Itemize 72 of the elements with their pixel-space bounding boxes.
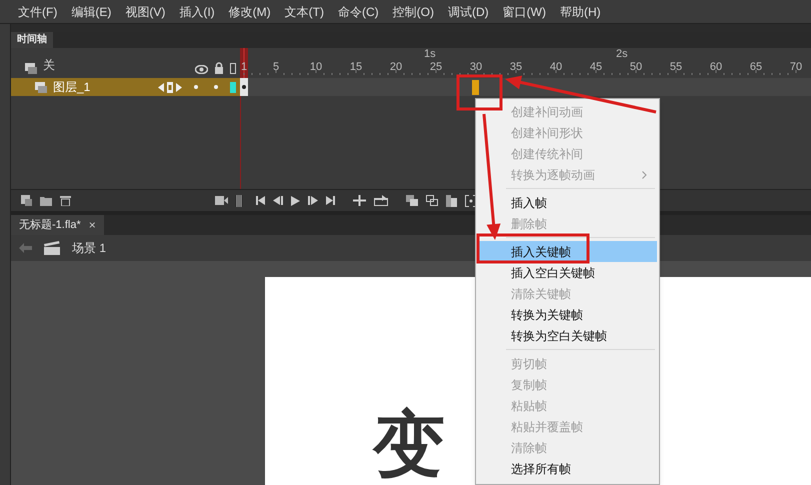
frame-number: 35 [510, 61, 522, 73]
document-tab[interactable]: 无标题-1.fla* × [11, 215, 104, 235]
menu-item[interactable]: 调试(D) [448, 2, 489, 20]
menu-item[interactable]: 插入(I) [179, 2, 215, 20]
loop-icon[interactable] [374, 195, 388, 206]
document-title: 无标题-1.fla* [19, 218, 81, 233]
menu-item[interactable]: 插入空白关键帧 [478, 262, 657, 283]
onion-outline-icon[interactable] [426, 195, 438, 206]
menu-item[interactable]: 视图(V) [125, 2, 166, 20]
seconds-label: 1s [424, 48, 436, 60]
camera-icon[interactable] [215, 196, 228, 205]
frame-number: 20 [390, 61, 402, 73]
frame-number: 10 [310, 61, 322, 73]
new-layer-icon[interactable] [21, 195, 32, 206]
submenu-chevron-icon [642, 170, 647, 178]
menu-item[interactable]: 文件(F) [18, 2, 58, 20]
menu-item[interactable]: 文本(T) [284, 2, 324, 20]
layer-icon [35, 82, 47, 92]
frame-number: 55 [670, 61, 682, 73]
grip-icon [236, 194, 242, 206]
layer-icon [25, 63, 37, 74]
menu-item[interactable]: 转换为空白关键帧 [478, 325, 657, 346]
step-back-icon[interactable] [273, 196, 283, 205]
step-forward-icon[interactable] [308, 196, 318, 205]
frame-number: 25 [430, 61, 442, 73]
onion-skin-icon[interactable] [406, 195, 418, 206]
eye-icon[interactable] [195, 65, 208, 74]
frame-number: 70 [790, 61, 802, 73]
trash-icon[interactable] [60, 195, 71, 206]
menu-item[interactable]: 窗口(W) [502, 2, 546, 20]
frame-number: 1 [240, 61, 248, 73]
edit-frames-icon[interactable] [446, 194, 457, 206]
menu-item[interactable]: 帮助(H) [560, 2, 601, 20]
folder-icon[interactable] [40, 196, 52, 206]
menu-item[interactable]: 选择所有帧 [478, 458, 657, 479]
close-tab-button[interactable]: × [88, 216, 96, 234]
last-frame-icon[interactable] [326, 196, 335, 205]
menu-item[interactable]: 控制(O) [392, 2, 434, 20]
menu-item[interactable]: 转换为关键帧 [478, 304, 657, 325]
frame-number: 40 [550, 61, 562, 73]
lock-icon[interactable] [214, 62, 224, 74]
menu-item[interactable]: 命令(C) [338, 2, 379, 20]
seconds-label: 2s [616, 48, 628, 60]
frame-number: 45 [590, 61, 602, 73]
keyframe[interactable] [240, 78, 248, 96]
frame-number: 50 [630, 61, 642, 73]
frame-number: 65 [750, 61, 762, 73]
menu-item[interactable]: 插入关键帧 [478, 241, 657, 262]
layer-color-swatch[interactable] [230, 82, 236, 92]
layer-header-label: 关 [43, 57, 55, 74]
layer-row[interactable]: 图层_1 [11, 78, 240, 96]
lock-dot-icon[interactable] [214, 85, 218, 89]
frame-number: 60 [710, 61, 722, 73]
clapperboard-icon [44, 241, 60, 255]
play-icon[interactable] [291, 196, 300, 206]
timeline-tab[interactable]: 时间轴 [11, 32, 53, 48]
visibility-dot-icon[interactable] [194, 85, 198, 89]
highlight-frame [456, 74, 502, 110]
outline-icon[interactable] [230, 63, 236, 74]
menu-item[interactable]: 修改(M) [228, 2, 271, 20]
keyframe-nav-icon[interactable] [158, 82, 182, 92]
stage-text: 变 [373, 405, 445, 485]
frame-number: 15 [350, 61, 362, 73]
frame-number: 5 [272, 61, 280, 73]
menu-item[interactable]: 插入帧 [478, 192, 657, 213]
scene-label[interactable]: 场景 1 [72, 239, 106, 257]
frame-number: 30 [470, 61, 482, 73]
first-frame-icon[interactable] [256, 196, 265, 205]
playhead-marker[interactable] [240, 48, 248, 78]
center-frame-icon[interactable] [353, 195, 366, 206]
menu-item[interactable]: 编辑(E) [71, 2, 112, 20]
layer-name[interactable]: 图层_1 [53, 78, 90, 96]
